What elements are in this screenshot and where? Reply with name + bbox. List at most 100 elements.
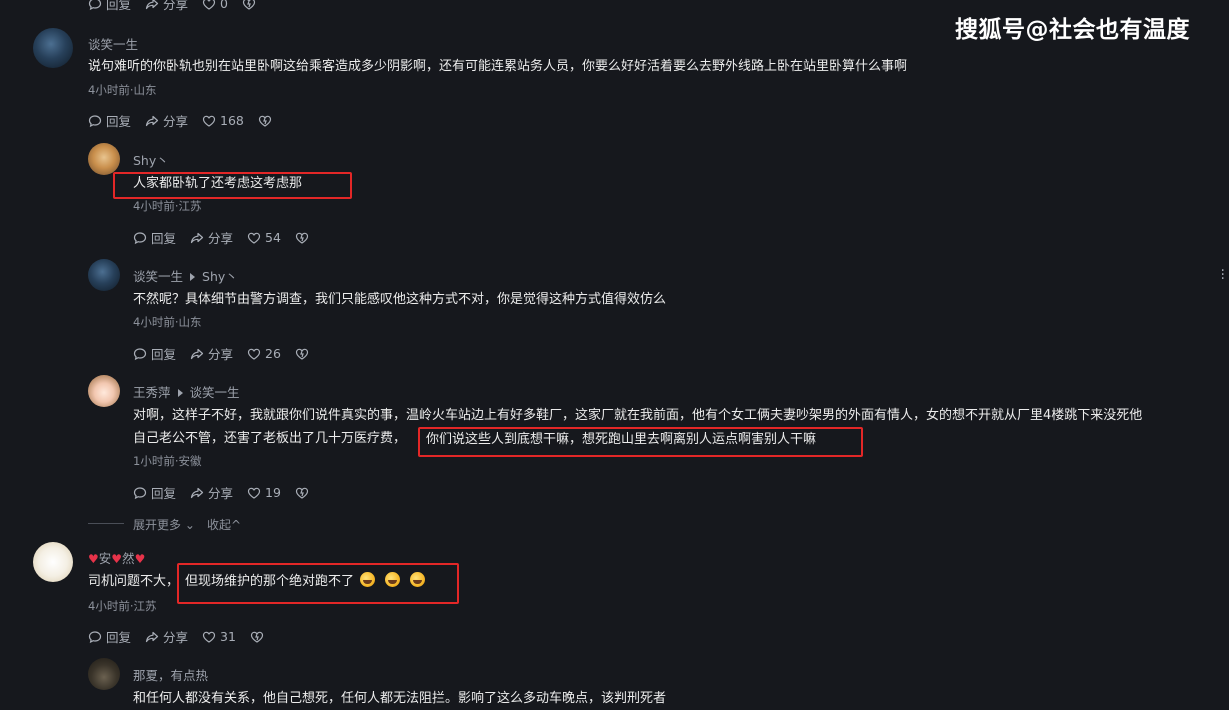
dislike-button[interactable] xyxy=(250,630,264,644)
share-button[interactable]: 分享 xyxy=(145,111,188,130)
share-icon xyxy=(190,487,204,498)
like-icon xyxy=(202,0,216,10)
share-label: 分享 xyxy=(163,0,189,12)
like-count: 168 xyxy=(220,113,244,128)
avatar[interactable] xyxy=(88,143,120,175)
share-icon xyxy=(145,115,159,126)
dislike-icon xyxy=(258,115,271,127)
like-button[interactable]: 31 xyxy=(202,629,236,644)
comment-meta: 4小时前·江苏 xyxy=(88,599,157,613)
comment-username[interactable]: 王秀萍 xyxy=(133,385,171,400)
laugh-emoji-icon xyxy=(360,572,376,587)
comment-actions: 回复 分享 26 xyxy=(133,344,323,363)
comment-text-line: 对啊，这样子不好，我就跟你们说件真实的事，温岭火车站边上有好多鞋厂，这家厂就在我… xyxy=(133,408,1143,423)
comment-text: 说句难听的你卧轨也别在站里卧啊这给乘客造成多少阴影啊，还有可能连累站务人员，你要… xyxy=(88,59,908,74)
like-icon xyxy=(202,115,216,127)
reply-arrow-icon xyxy=(190,273,196,281)
share-icon xyxy=(145,0,159,9)
dislike-button[interactable] xyxy=(295,347,309,361)
dislike-icon xyxy=(295,232,309,244)
reply-button[interactable]: 回复 xyxy=(88,0,131,13)
dislike-button[interactable] xyxy=(258,114,272,128)
share-icon xyxy=(190,232,204,243)
comment-username[interactable]: Shy丶 xyxy=(133,150,169,169)
comment-username[interactable]: 谈笑一生 xyxy=(88,34,138,53)
like-count: 31 xyxy=(220,629,236,644)
reply-button[interactable]: 回复 xyxy=(133,483,176,502)
avatar[interactable] xyxy=(88,375,120,407)
action-bar-partial: 回复 分享 0 xyxy=(88,0,270,13)
avatar[interactable] xyxy=(88,259,120,291)
collapse-button[interactable]: 收起^ xyxy=(207,516,241,533)
like-button[interactable]: 0 xyxy=(202,0,228,11)
username-part: 然 xyxy=(122,551,135,566)
avatar[interactable] xyxy=(33,28,73,68)
like-icon xyxy=(247,487,261,499)
comment-username[interactable]: 那夏，有点热 xyxy=(133,665,208,684)
comment-actions: 回复 分享 54 xyxy=(133,228,323,247)
comment-actions: 回复 分享 31 xyxy=(88,627,278,646)
expand-more-label: 展开更多 xyxy=(133,518,182,532)
like-icon xyxy=(247,232,261,244)
comment-actions: 回复 分享 19 xyxy=(133,483,323,502)
comment-text: 不然呢？具体细节由警方调查，我们只能感叹他这种方式不对，你是觉得这种方式值得效仿… xyxy=(133,292,667,307)
share-label: 分享 xyxy=(208,486,234,501)
comment-actions: 回复 分享 168 xyxy=(88,111,286,130)
like-button[interactable]: 19 xyxy=(247,485,281,500)
reply-button[interactable]: 回复 xyxy=(133,228,176,247)
share-button[interactable]: 分享 xyxy=(190,344,233,363)
like-button[interactable]: 168 xyxy=(202,113,244,128)
reply-label: 回复 xyxy=(151,231,177,246)
reply-arrow-icon xyxy=(177,389,183,397)
reply-icon xyxy=(88,630,102,643)
share-label: 分享 xyxy=(163,630,189,645)
reply-icon xyxy=(133,486,147,499)
avatar[interactable] xyxy=(88,658,120,690)
like-count: 19 xyxy=(265,485,281,500)
comment-meta: 1小时前·安徽 xyxy=(133,454,202,468)
expand-more-button[interactable]: 展开更多 ⌄ xyxy=(133,516,195,533)
comment-text: 人家都卧轨了还考虑这考虑那 xyxy=(133,176,303,191)
chevron-up-icon: ^ xyxy=(231,518,242,532)
share-label: 分享 xyxy=(208,231,234,246)
more-dots-icon[interactable]: · · · xyxy=(1221,264,1225,286)
comment-text-line: 自己老公不管，还害了老板出了几十万医疗费， xyxy=(133,431,407,446)
share-button[interactable]: 分享 xyxy=(190,483,233,502)
comment-text: 司机问题不大， xyxy=(88,574,180,589)
share-button[interactable]: 分享 xyxy=(190,228,233,247)
like-button[interactable]: 54 xyxy=(247,230,281,245)
reply-label: 回复 xyxy=(106,0,132,12)
comment-username[interactable]: ♥安♥然♥ xyxy=(88,548,145,567)
dislike-icon xyxy=(295,348,309,360)
dislike-button[interactable] xyxy=(242,0,256,11)
reply-to-username[interactable]: Shy丶 xyxy=(202,269,238,284)
heart-icon: ♥ xyxy=(88,552,99,566)
share-label: 分享 xyxy=(208,347,234,362)
share-button[interactable]: 分享 xyxy=(145,0,188,13)
comment-text: 和任何人都没有关系，他自己想死，任何人都无法阻拦。影响了这么多动车晚点，该判刑死… xyxy=(133,691,667,706)
chevron-down-icon: ⌄ xyxy=(181,518,195,532)
comment-username-row: 谈笑一生 Shy丶 xyxy=(133,266,238,285)
reply-icon xyxy=(133,231,147,244)
like-button[interactable]: 26 xyxy=(247,346,281,361)
dislike-button[interactable] xyxy=(295,231,309,245)
reply-button[interactable]: 回复 xyxy=(133,344,176,363)
reply-label: 回复 xyxy=(151,486,177,501)
reply-button[interactable]: 回复 xyxy=(88,627,131,646)
comment-meta: 4小时前·山东 xyxy=(88,83,157,97)
reply-label: 回复 xyxy=(106,114,132,129)
dislike-button[interactable] xyxy=(295,486,309,500)
share-button[interactable]: 分享 xyxy=(145,627,188,646)
reply-to-username[interactable]: 谈笑一生 xyxy=(190,385,240,400)
share-icon xyxy=(190,348,204,359)
reply-icon xyxy=(133,347,147,360)
comment-username-row: 王秀萍 谈笑一生 xyxy=(133,382,240,401)
avatar[interactable] xyxy=(33,542,73,582)
like-count: 54 xyxy=(265,230,281,245)
username-part: 安 xyxy=(98,551,112,566)
comment-meta: 4小时前·山东 xyxy=(133,315,202,329)
heart-icon: ♥ xyxy=(111,552,123,566)
comment-username[interactable]: 谈笑一生 xyxy=(133,269,183,284)
reply-button[interactable]: 回复 xyxy=(88,111,131,130)
share-label: 分享 xyxy=(163,114,189,129)
